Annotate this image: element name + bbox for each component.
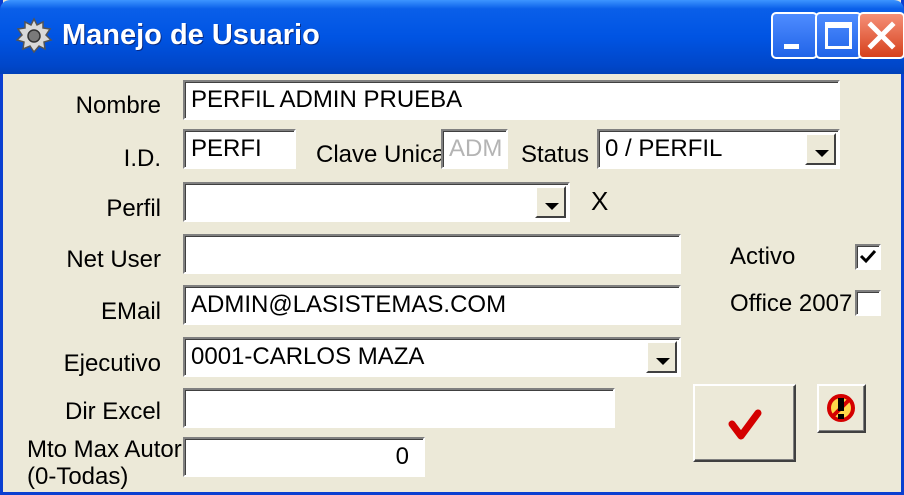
net-user-label: Net User: [66, 246, 161, 273]
dir-excel-label: Dir Excel: [64, 398, 161, 425]
ejecutivo-label: Ejecutivo: [63, 350, 161, 377]
net-user-input[interactable]: [183, 234, 681, 274]
window-title: Manejo de Usuario: [62, 19, 320, 51]
mto-max-autor-label-line2: (0-Todas): [27, 463, 129, 490]
id-label: I.D.: [123, 145, 161, 172]
clave-unica-input: ADM: [441, 129, 508, 169]
cancel-button[interactable]: [817, 384, 866, 433]
office-2007-label: Office 2007: [730, 290, 853, 317]
ejecutivo-value: 0001-CARLOS MAZA: [191, 343, 425, 370]
maximize-button[interactable]: [815, 12, 862, 59]
minimize-button[interactable]: [771, 12, 818, 59]
nombre-label: Nombre: [75, 92, 161, 119]
chevron-down-icon[interactable]: [535, 186, 566, 218]
status-select[interactable]: 0 / PERFIL: [597, 129, 840, 169]
checkmark-icon: [728, 409, 762, 440]
chevron-down-icon[interactable]: [646, 341, 677, 373]
perfil-label: Perfil: [106, 195, 161, 222]
activo-checkbox[interactable]: [855, 244, 881, 270]
status-value: 0 / PERFIL: [605, 135, 723, 162]
title-bar[interactable]: Manejo de Usuario: [0, 0, 904, 74]
close-button[interactable]: [858, 12, 904, 59]
accept-button[interactable]: [693, 384, 796, 462]
email-input[interactable]: ADMIN@LASISTEMAS.COM: [183, 285, 681, 325]
dir-excel-input[interactable]: [183, 388, 615, 428]
status-label: Status: [521, 141, 590, 168]
cancel-icon: [827, 394, 855, 422]
mto-max-autor-input[interactable]: 0: [183, 437, 425, 477]
email-label: EMail: [100, 298, 161, 325]
nombre-input[interactable]: PERFIL ADMIN PRUEBA: [183, 80, 840, 120]
office-2007-checkbox[interactable]: [855, 290, 881, 316]
gear-icon: [15, 17, 53, 54]
mto-max-autor-label: Mto Max Autor (0-Todas): [27, 436, 182, 490]
perfil-select[interactable]: [183, 182, 570, 222]
perfil-clear-button[interactable]: X: [591, 186, 608, 217]
activo-label: Activo: [730, 243, 796, 270]
user-management-window: Manejo de Usuario Nombre PERFIL ADMIN PR…: [0, 0, 904, 495]
ejecutivo-select[interactable]: 0001-CARLOS MAZA: [183, 337, 681, 377]
maximize-icon: [825, 22, 852, 49]
clave-unica-label: Clave Unica: [316, 141, 446, 168]
checkmark-icon: [859, 249, 877, 264]
chevron-down-icon[interactable]: [805, 133, 836, 165]
close-icon: [867, 21, 896, 50]
mto-max-autor-label-line1: Mto Max Autor: [27, 436, 182, 463]
id-input[interactable]: PERFI: [183, 129, 296, 169]
minimize-icon: [784, 44, 799, 49]
